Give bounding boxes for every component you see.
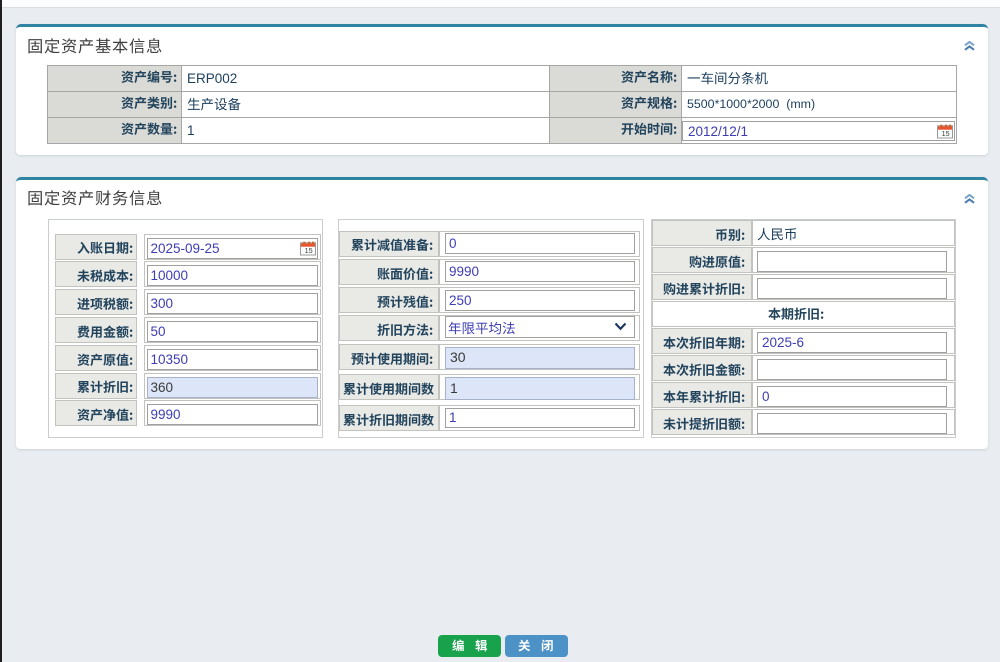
svg-text:15: 15 (304, 246, 312, 255)
svg-text:15: 15 (942, 129, 950, 138)
